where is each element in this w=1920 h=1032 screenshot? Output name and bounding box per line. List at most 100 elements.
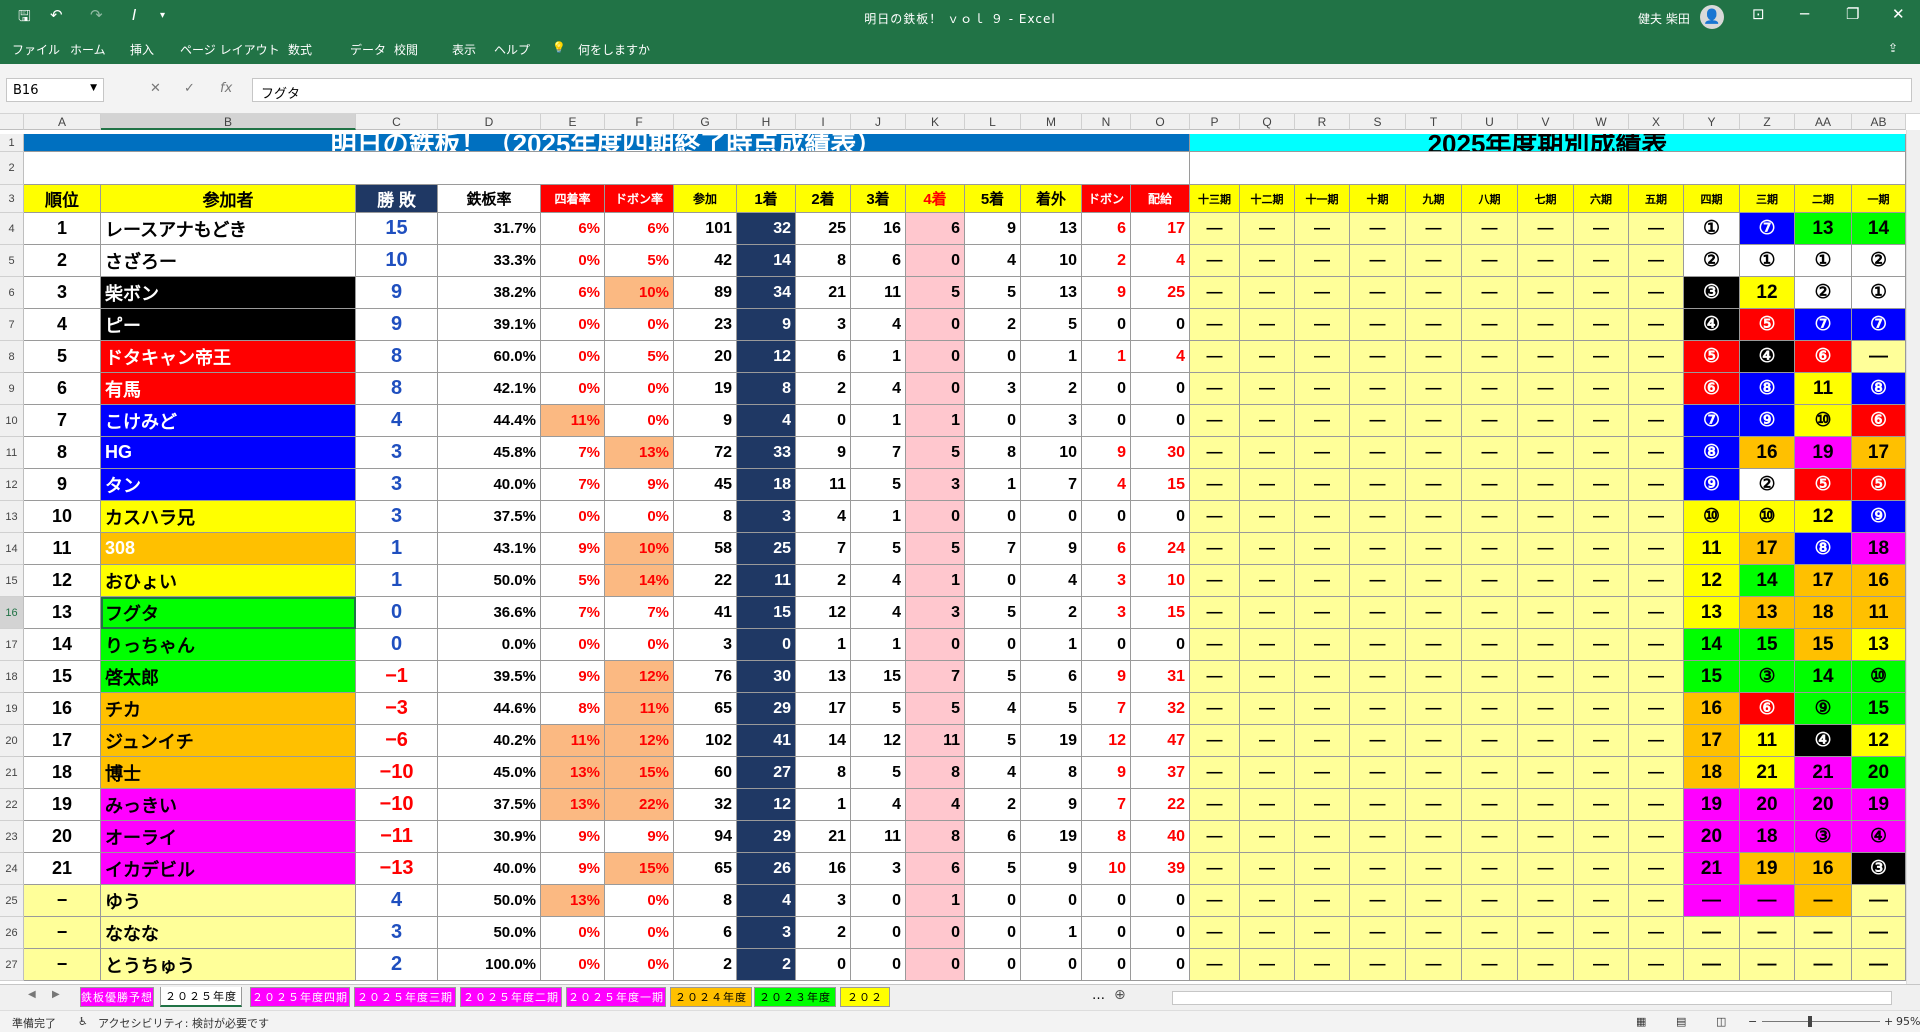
column-header[interactable]: D	[438, 114, 541, 130]
third-place[interactable]: 4	[851, 597, 906, 629]
period-result[interactable]: ―	[1190, 885, 1240, 917]
win-loss-cell[interactable]: −10	[356, 757, 438, 789]
period-result[interactable]: ―	[1350, 437, 1406, 469]
period-result[interactable]: ―	[1350, 757, 1406, 789]
fourth-rate[interactable]: 0%	[541, 949, 605, 981]
out-of-place[interactable]: 1	[1021, 917, 1082, 949]
period-result[interactable]: ⑦	[1740, 213, 1795, 245]
row-header[interactable]: 25	[0, 885, 24, 917]
win-loss-cell[interactable]: 1	[356, 533, 438, 565]
period-result[interactable]: ―	[1295, 917, 1350, 949]
payout[interactable]: 0	[1131, 917, 1190, 949]
period-result[interactable]: ―	[1629, 661, 1684, 693]
period-result[interactable]: ―	[1518, 917, 1574, 949]
period-result[interactable]: ―	[1295, 949, 1350, 981]
dobon-rate[interactable]: 6%	[605, 213, 674, 245]
period-result[interactable]: ―	[1350, 501, 1406, 533]
participant-name[interactable]: 柴ボン	[101, 277, 356, 309]
period-result[interactable]: ②	[1740, 469, 1795, 501]
period-result[interactable]: 13	[1852, 629, 1906, 661]
minimize-icon[interactable]: ─	[1800, 5, 1809, 23]
second-place[interactable]: 9	[796, 437, 851, 469]
fourth-rate[interactable]: 0%	[541, 373, 605, 405]
fourth-place[interactable]: 0	[906, 309, 965, 341]
period-result[interactable]: 16	[1795, 853, 1852, 885]
teppan-rate[interactable]: 43.1%	[438, 533, 541, 565]
ellipsis-icon[interactable]: …	[1092, 988, 1105, 1003]
period-result[interactable]: 15	[1684, 661, 1740, 693]
period-result[interactable]: ―	[1406, 501, 1462, 533]
teppan-rate[interactable]: 50.0%	[438, 885, 541, 917]
period-result[interactable]: ―	[1629, 533, 1684, 565]
period-result[interactable]: ―	[1518, 565, 1574, 597]
period-result[interactable]: ―	[1462, 533, 1518, 565]
period-result[interactable]: ―	[1190, 693, 1240, 725]
teppan-rate[interactable]: 37.5%	[438, 789, 541, 821]
period-result[interactable]: ―	[1684, 885, 1740, 917]
period-result[interactable]: ―	[1350, 693, 1406, 725]
dobon-rate[interactable]: 0%	[605, 501, 674, 533]
out-of-place[interactable]: 10	[1021, 245, 1082, 277]
column-title[interactable]: 5着	[965, 185, 1021, 213]
period-result[interactable]: ―	[1240, 661, 1295, 693]
dobon-count[interactable]: 0	[1082, 373, 1131, 405]
second-place[interactable]: 12	[796, 597, 851, 629]
entries[interactable]: 60	[674, 757, 737, 789]
first-place[interactable]: 12	[737, 341, 796, 373]
third-place[interactable]: 1	[851, 341, 906, 373]
period-result[interactable]: 11	[1852, 597, 1906, 629]
period-result[interactable]: ②	[1852, 245, 1906, 277]
period-result[interactable]: 11	[1795, 373, 1852, 405]
fourth-place[interactable]: 0	[906, 341, 965, 373]
period-result[interactable]: ―	[1574, 565, 1629, 597]
period-result[interactable]: ―	[1574, 917, 1629, 949]
period-result[interactable]: 13	[1740, 597, 1795, 629]
period-result[interactable]: 16	[1740, 437, 1795, 469]
fourth-rate[interactable]: 8%	[541, 693, 605, 725]
dobon-count[interactable]: 0	[1082, 949, 1131, 981]
win-loss-cell[interactable]: 9	[356, 277, 438, 309]
period-result[interactable]: ―	[1574, 597, 1629, 629]
period-result[interactable]: ―	[1406, 725, 1462, 757]
second-place[interactable]: 0	[796, 949, 851, 981]
fourth-rate[interactable]: 11%	[541, 725, 605, 757]
win-loss-cell[interactable]: −11	[356, 821, 438, 853]
payout[interactable]: 0	[1131, 373, 1190, 405]
period-result[interactable]: ―	[1350, 853, 1406, 885]
close-icon[interactable]: ✕	[1892, 5, 1905, 23]
column-header[interactable]: G	[674, 114, 737, 130]
third-place[interactable]: 0	[851, 885, 906, 917]
column-header[interactable]: M	[1021, 114, 1082, 130]
fifth-place[interactable]: 0	[965, 565, 1021, 597]
period-result[interactable]: ―	[1462, 213, 1518, 245]
fourth-place[interactable]: 0	[906, 501, 965, 533]
row-header[interactable]: 14	[0, 533, 24, 565]
period-result[interactable]: ―	[1240, 693, 1295, 725]
period-result[interactable]: ―	[1629, 821, 1684, 853]
column-header[interactable]: S	[1350, 114, 1406, 130]
period-result[interactable]: ―	[1240, 309, 1295, 341]
fifth-place[interactable]: 0	[965, 949, 1021, 981]
payout[interactable]: 0	[1131, 629, 1190, 661]
column-title[interactable]: 二期	[1795, 185, 1852, 213]
column-title[interactable]: 参加者	[101, 185, 356, 213]
teppan-rate[interactable]: 33.3%	[438, 245, 541, 277]
column-title[interactable]: 鉄板率	[438, 185, 541, 213]
period-result[interactable]: ―	[1240, 277, 1295, 309]
row-header[interactable]: 22	[0, 789, 24, 821]
period-result[interactable]: ―	[1462, 821, 1518, 853]
dobon-rate[interactable]: 11%	[605, 693, 674, 725]
period-result[interactable]: ①	[1684, 213, 1740, 245]
third-place[interactable]: 4	[851, 565, 906, 597]
vertical-scrollbar[interactable]	[1906, 130, 1920, 984]
first-place[interactable]: 4	[737, 405, 796, 437]
period-result[interactable]: ―	[1406, 661, 1462, 693]
period-result[interactable]: ―	[1574, 405, 1629, 437]
fourth-rate[interactable]: 13%	[541, 789, 605, 821]
out-of-place[interactable]: 3	[1021, 405, 1082, 437]
teppan-rate[interactable]: 38.2%	[438, 277, 541, 309]
first-place[interactable]: 12	[737, 789, 796, 821]
period-result[interactable]: ⑨	[1684, 469, 1740, 501]
dobon-count[interactable]: 7	[1082, 789, 1131, 821]
win-loss-cell[interactable]: 0	[356, 629, 438, 661]
